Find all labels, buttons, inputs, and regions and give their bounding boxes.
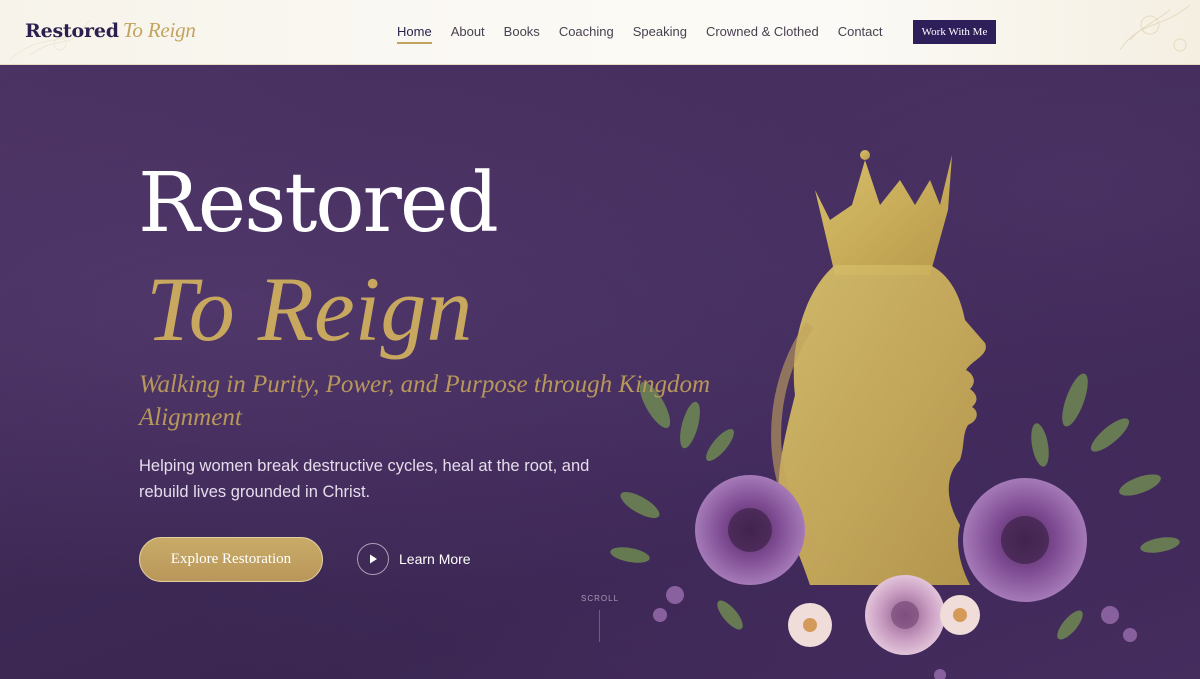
nav-coaching[interactable]: Coaching: [559, 24, 614, 44]
play-icon: [357, 543, 389, 575]
floral-decoration-icon: [1119, 4, 1191, 52]
learn-more-button[interactable]: Learn More: [357, 543, 471, 575]
nav-home[interactable]: Home: [397, 24, 432, 44]
main-nav: Home About Books Coaching Speaking Crown…: [397, 24, 883, 44]
nav-contact[interactable]: Contact: [838, 24, 883, 44]
crown-silhouette-icon: [815, 150, 952, 275]
work-with-me-button[interactable]: Work With Me: [913, 20, 996, 44]
scroll-indicator-line: [599, 610, 600, 642]
explore-restoration-button[interactable]: Explore Restoration: [139, 537, 323, 582]
learn-more-label: Learn More: [399, 551, 471, 567]
nav-crowned-clothed[interactable]: Crowned & Clothed: [706, 24, 819, 44]
hero-tagline: Walking in Purity, Power, and Purpose th…: [139, 371, 711, 431]
brand-accent-text: To Reign: [122, 18, 196, 42]
nav-speaking[interactable]: Speaking: [633, 24, 687, 44]
brand-main-text: Restored: [25, 20, 119, 42]
scroll-indicator-label: SCROLL: [581, 594, 620, 603]
hero-title-line1: Restored: [138, 156, 499, 251]
brand-logo[interactable]: Restored To Reign: [25, 18, 196, 43]
nav-about[interactable]: About: [451, 24, 485, 44]
nav-books[interactable]: Books: [504, 24, 540, 44]
hero-description: Helping women break destructive cycles, …: [139, 457, 590, 501]
site-header: Restored To Reign Home About Books Coachi…: [0, 0, 1200, 65]
hero-title-line2: To Reign: [146, 258, 473, 360]
hero-section: Restored To Reign Walking in Purity, Pow…: [0, 65, 1200, 679]
